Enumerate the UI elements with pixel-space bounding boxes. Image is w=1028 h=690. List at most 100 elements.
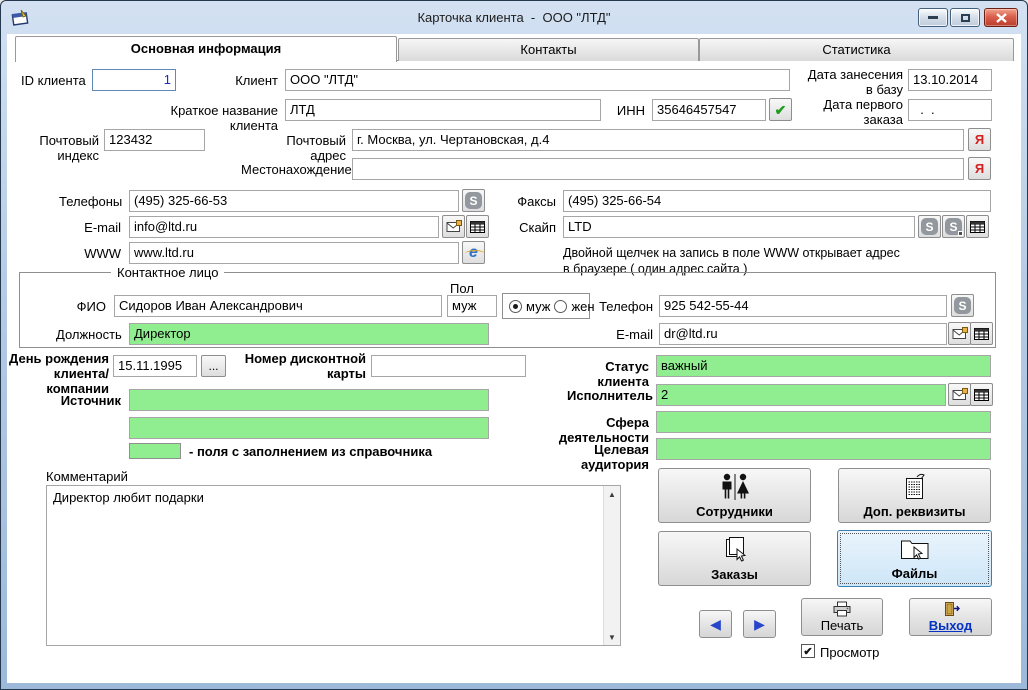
maximize-button[interactable] xyxy=(950,8,980,27)
skype-call-button[interactable]: S xyxy=(918,215,941,238)
comment-textarea[interactable]: Директор любит подарки ▲ ▼ xyxy=(46,485,621,646)
comment-scrollbar[interactable]: ▲ ▼ xyxy=(603,486,620,645)
first-order-date-label: Дата первого заказа xyxy=(798,97,903,127)
faxes-label: Факсы xyxy=(514,194,556,209)
preview-checkbox-label: Просмотр xyxy=(820,645,900,660)
skype-call-button[interactable]: S xyxy=(951,294,974,317)
minimize-button[interactable] xyxy=(918,8,948,27)
location-label: Местонахождение xyxy=(241,162,346,177)
mail-icon xyxy=(446,220,462,233)
employees-button[interactable]: Сотрудники xyxy=(658,468,811,523)
contact-email-input[interactable]: dr@ltd.ru xyxy=(659,323,947,345)
tab-contacts[interactable]: Контакты xyxy=(398,38,699,61)
radio-male-label: муж xyxy=(526,299,550,314)
extra-details-button[interactable]: Доп. реквизиты xyxy=(838,468,991,523)
yandex-map-address-button[interactable]: Я xyxy=(968,128,991,151)
send-email-button[interactable] xyxy=(948,383,971,406)
postal-address-input[interactable]: г. Москва, ул. Чертановская, д.4 xyxy=(352,129,964,151)
print-button-label: Печать xyxy=(821,618,864,633)
phones-input[interactable]: (495) 325-66-53 xyxy=(129,190,459,212)
contact-phone-input[interactable]: 925 542-55-44 xyxy=(659,295,947,317)
send-email-button[interactable] xyxy=(442,215,465,238)
exit-door-icon xyxy=(942,601,960,617)
print-button[interactable]: Печать xyxy=(801,598,883,636)
email-list-button[interactable] xyxy=(970,322,993,345)
files-button[interactable]: Файлы xyxy=(837,530,992,587)
send-email-button[interactable] xyxy=(948,322,971,345)
extra-details-button-label: Доп. реквизиты xyxy=(863,504,965,519)
close-button[interactable] xyxy=(984,8,1018,27)
skype-call-button[interactable]: S xyxy=(462,189,485,212)
skype-label: Скайп xyxy=(514,220,556,235)
executor-list-button[interactable] xyxy=(970,383,993,406)
faxes-input[interactable]: (495) 325-66-54 xyxy=(563,190,991,212)
skype-chat-icon: S xyxy=(945,218,962,235)
fio-input[interactable]: Сидоров Иван Александрович xyxy=(114,295,442,317)
skype-chat-button[interactable]: S xyxy=(942,215,965,238)
checkmark-icon: ✔ xyxy=(775,103,787,117)
contact-email-label: E-mail xyxy=(603,327,653,342)
email-input[interactable]: info@ltd.ru xyxy=(129,216,439,238)
short-name-input[interactable]: ЛТД xyxy=(285,99,601,121)
exit-button-label: Выход xyxy=(929,618,972,633)
close-icon xyxy=(996,13,1007,23)
document-icon xyxy=(902,473,928,501)
client-id-input[interactable]: 1 xyxy=(92,69,176,91)
yandex-icon: Я xyxy=(975,162,984,175)
prev-record-button[interactable]: ◀ xyxy=(699,610,732,638)
skype-list-button[interactable] xyxy=(966,215,989,238)
internet-explorer-icon: e xyxy=(469,245,478,261)
target-audience-input[interactable] xyxy=(656,438,991,460)
maximize-icon xyxy=(961,14,970,22)
mail-icon xyxy=(952,388,968,401)
gender-text-input[interactable]: муж xyxy=(447,295,497,317)
birthday-input[interactable]: 15.11.1995 xyxy=(113,355,197,377)
inn-label: ИНН xyxy=(609,103,645,118)
executor-input[interactable]: 2 xyxy=(656,384,946,406)
birthday-picker-button[interactable]: ... xyxy=(201,355,226,377)
position-input[interactable]: Директор xyxy=(129,323,489,345)
tab-statistics[interactable]: Статистика xyxy=(699,38,1014,61)
source-input-1[interactable] xyxy=(129,389,489,411)
inn-input[interactable]: 35646457547 xyxy=(652,99,766,121)
source-input-2[interactable] xyxy=(129,417,489,439)
birthday-label: День рождения клиента/компании xyxy=(5,351,109,396)
preview-checkbox[interactable]: ✔ xyxy=(801,644,815,658)
skype-icon: S xyxy=(954,297,971,314)
table-icon xyxy=(470,221,485,233)
location-input[interactable] xyxy=(352,158,964,180)
date-added-label: Дата занесения в базу xyxy=(798,67,903,97)
tab-main-info[interactable]: Основная информация xyxy=(15,36,397,62)
table-icon xyxy=(974,389,989,401)
radio-female[interactable] xyxy=(554,300,567,313)
next-record-button[interactable]: ▶ xyxy=(743,610,776,638)
inn-verify-button[interactable]: ✔ xyxy=(769,98,792,121)
skype-icon: S xyxy=(921,218,938,235)
postal-index-input[interactable]: 123432 xyxy=(104,129,205,151)
skype-icon: S xyxy=(465,192,482,209)
comment-label: Комментарий xyxy=(46,469,206,484)
orders-button[interactable]: Заказы xyxy=(658,531,811,586)
client-name-input[interactable]: ООО "ЛТД" xyxy=(285,69,790,91)
business-sphere-input[interactable] xyxy=(656,411,991,433)
scroll-up-icon[interactable]: ▲ xyxy=(604,486,620,502)
scroll-down-icon[interactable]: ▼ xyxy=(604,629,620,645)
www-input[interactable]: www.ltd.ru xyxy=(129,242,459,264)
green-legend-text: - поля с заполнением из справочника xyxy=(189,444,509,459)
printer-icon xyxy=(832,601,852,617)
client-card-window: Карточка клиента - ООО "ЛТД" Основная ин… xyxy=(0,0,1028,690)
files-button-label: Файлы xyxy=(892,566,938,581)
email-list-button[interactable] xyxy=(466,215,489,238)
position-label: Должность xyxy=(56,327,121,342)
discount-card-input[interactable] xyxy=(371,355,526,377)
yandex-map-location-button[interactable]: Я xyxy=(968,157,991,180)
first-order-date-input[interactable]: . . xyxy=(908,99,992,121)
date-added-input[interactable]: 13.10.2014 xyxy=(908,69,992,91)
skype-input[interactable]: LTD xyxy=(563,216,915,238)
radio-male[interactable] xyxy=(509,300,522,313)
man-woman-icon xyxy=(717,473,753,501)
exit-button[interactable]: Выход xyxy=(909,598,992,636)
client-status-input[interactable]: важный xyxy=(656,355,991,377)
email-label: E-mail xyxy=(76,220,121,235)
open-browser-button[interactable]: e xyxy=(462,241,485,264)
